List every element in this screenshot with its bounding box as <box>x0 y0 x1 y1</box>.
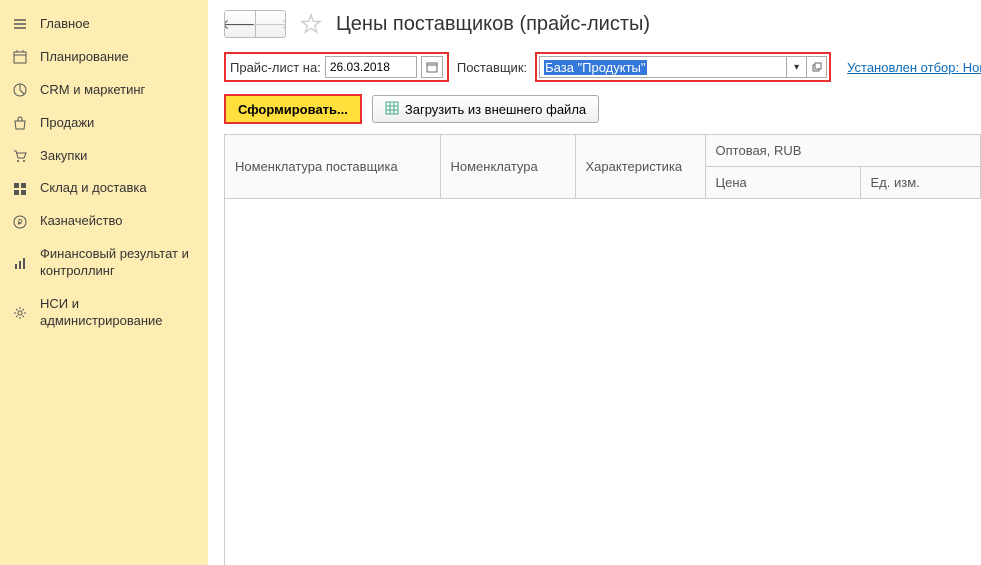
page-title: Цены поставщиков (прайс-листы) <box>336 13 650 36</box>
data-table-wrap: Номенклатура поставщика Номенклатура Хар… <box>224 134 981 565</box>
sidebar-item-finance[interactable]: Финансовый результат и контроллинг <box>0 238 208 288</box>
back-button[interactable]: 🡐 <box>225 11 255 37</box>
sidebar-item-admin[interactable]: НСИ и администрирование <box>0 288 208 338</box>
grid-icon <box>12 181 28 197</box>
date-filter-group: Прайс-лист на: <box>224 52 449 82</box>
sidebar-item-label: Склад и доставка <box>40 180 147 197</box>
col-price[interactable]: Цена <box>705 167 860 199</box>
col-wholesale-group[interactable]: Оптовая, RUB <box>705 135 981 167</box>
sidebar-item-crm[interactable]: CRM и маркетинг <box>0 74 208 107</box>
supplier-filter-group: База "Продукты" ▾ <box>535 52 831 82</box>
sidebar-item-label: НСИ и администрирование <box>40 296 196 330</box>
date-label: Прайс-лист на: <box>230 60 321 75</box>
sidebar-item-planning[interactable]: Планирование <box>0 41 208 74</box>
sidebar-item-treasury[interactable]: ₽ Казначейство <box>0 205 208 238</box>
sidebar-item-label: Главное <box>40 16 90 33</box>
col-supplier-nomenclature[interactable]: Номенклатура поставщика <box>225 135 440 199</box>
open-external-button[interactable] <box>807 56 827 78</box>
sidebar-item-label: Казначейство <box>40 213 122 230</box>
sidebar-item-label: Закупки <box>40 148 87 165</box>
import-file-button[interactable]: Загрузить из внешнего файла <box>372 95 599 123</box>
nav-buttons: 🡐 🡒 <box>224 10 286 38</box>
supplier-label: Поставщик: <box>457 60 527 75</box>
main-content: 🡐 🡒 Цены поставщиков (прайс-листы) Прайс… <box>208 0 981 565</box>
sidebar-item-label: CRM и маркетинг <box>40 82 145 99</box>
sidebar: Главное Планирование CRM и маркетинг Про… <box>0 0 208 565</box>
forward-button[interactable]: 🡒 <box>255 11 285 37</box>
favorite-button[interactable] <box>298 11 324 37</box>
pie-icon <box>12 82 28 98</box>
menu-icon <box>12 16 28 32</box>
col-nomenclature[interactable]: Номенклатура <box>440 135 575 199</box>
bag-icon <box>12 115 28 131</box>
generate-button-highlight: Сформировать... <box>224 94 362 124</box>
sidebar-item-label: Планирование <box>40 49 129 66</box>
dropdown-button[interactable]: ▾ <box>787 56 807 78</box>
bars-icon <box>12 255 28 271</box>
toolbar: Сформировать... Загрузить из внешнего фа… <box>208 88 981 134</box>
calendar-button[interactable] <box>421 56 443 78</box>
ruble-icon: ₽ <box>12 214 28 230</box>
sidebar-item-purchases[interactable]: Закупки <box>0 140 208 173</box>
gear-icon <box>12 305 28 321</box>
generate-button[interactable]: Сформировать... <box>226 96 360 122</box>
sidebar-item-label: Финансовый результат и контроллинг <box>40 246 196 280</box>
header: 🡐 🡒 Цены поставщиков (прайс-листы) <box>208 0 981 46</box>
sidebar-item-sales[interactable]: Продажи <box>0 107 208 140</box>
supplier-input[interactable]: База "Продукты" <box>539 56 787 78</box>
data-table: Номенклатура поставщика Номенклатура Хар… <box>225 135 981 199</box>
sidebar-item-warehouse[interactable]: Склад и доставка <box>0 172 208 205</box>
col-characteristic[interactable]: Характеристика <box>575 135 705 199</box>
date-input[interactable] <box>325 56 417 78</box>
col-unit[interactable]: Ед. изм. <box>860 167 981 199</box>
filters-row: Прайс-лист на: Поставщик: База "Продукты… <box>208 46 981 88</box>
cart-icon <box>12 148 28 164</box>
import-file-label: Загрузить из внешнего файла <box>405 102 586 117</box>
table-icon <box>385 101 399 118</box>
calendar-icon <box>12 49 28 65</box>
sidebar-item-main[interactable]: Главное <box>0 8 208 41</box>
sidebar-item-label: Продажи <box>40 115 94 132</box>
svg-text:₽: ₽ <box>17 218 22 227</box>
filter-applied-link[interactable]: Установлен отбор: Номен <box>847 60 981 75</box>
